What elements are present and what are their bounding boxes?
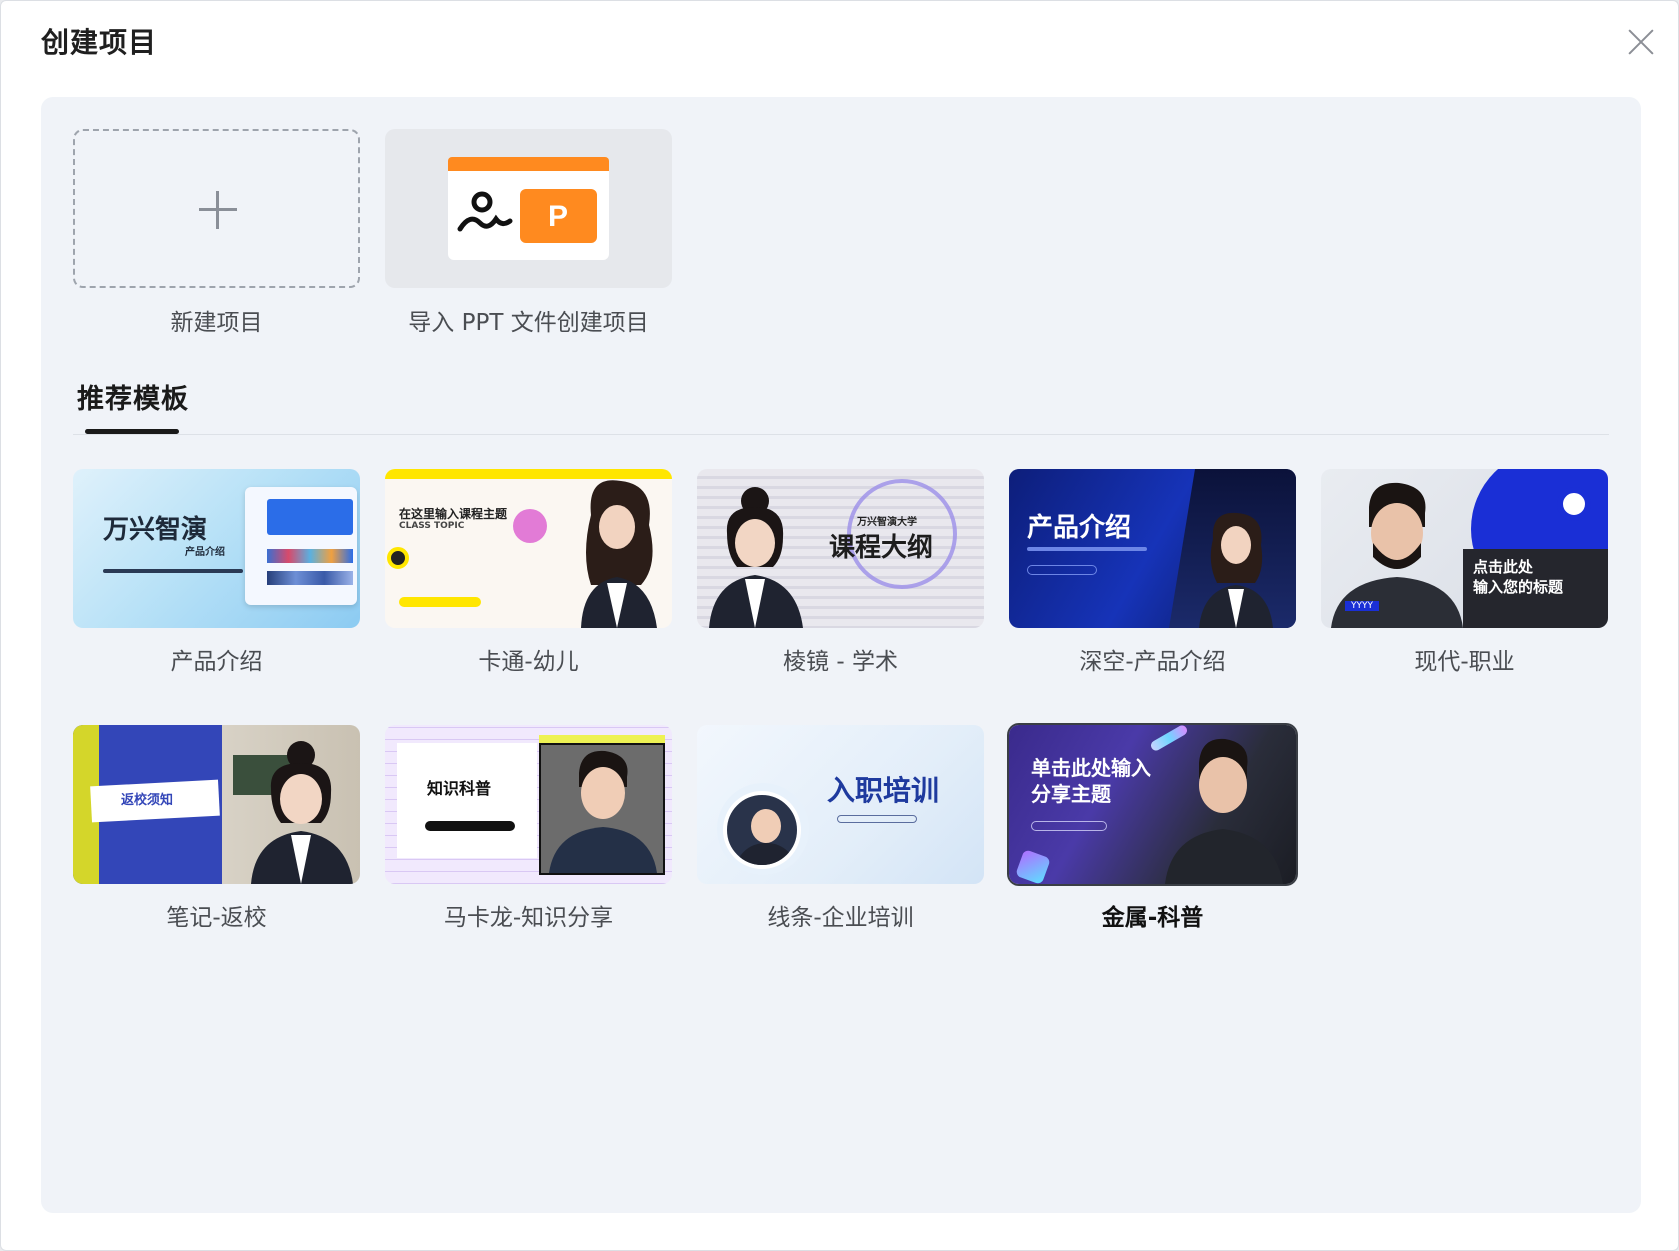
presenter-woman-icon xyxy=(1199,512,1273,628)
presenter-woman-icon xyxy=(581,480,657,628)
presenter-woman-icon xyxy=(709,487,803,628)
thumb-title: 返校须知 xyxy=(121,793,174,808)
template-label: 笔记-返校 xyxy=(166,905,267,931)
thumb-title: 单击此处输入 分享主题 xyxy=(1031,756,1151,806)
thumb-subtitle: CLASS TOPIC xyxy=(399,521,465,531)
template-label: 马卡龙-知识分享 xyxy=(443,905,614,931)
template-label: 产品介绍 xyxy=(170,649,263,675)
thumb-title: 产品介绍 xyxy=(1027,513,1132,543)
thumb-title: 在这里输入课程主题 xyxy=(399,507,508,521)
template-thumbnail: 万兴智演 产品介绍 xyxy=(73,469,360,628)
thumb-title: 点击此处 输入您的标题 xyxy=(1473,558,1564,596)
thumb-title: 万兴智演 xyxy=(103,515,208,545)
create-project-dialog: 创建项目 新建项目 P 导入 PPT 文件创建项目 推荐模板 万兴智演 产品介绍… xyxy=(0,0,1679,1251)
thumb-line xyxy=(103,569,243,573)
template-card-modern-career[interactable]: 点击此处 输入您的标题 YYYY 现代-职业 xyxy=(1321,469,1608,676)
template-thumbnail: 入职培训 xyxy=(697,725,984,884)
tab-recommended-templates[interactable]: 推荐模板 xyxy=(77,377,189,416)
import-ppt-label: 导入 PPT 文件创建项目 xyxy=(408,310,649,336)
thumb-title: 课程大纲 xyxy=(829,533,934,563)
thumb-subtitle: 产品介绍 xyxy=(185,547,225,558)
template-card-deepspace-product[interactable]: 产品介绍 深空-产品介绍 xyxy=(1009,469,1296,676)
template-thumbnail: 点击此处 输入您的标题 YYYY xyxy=(1321,469,1608,628)
template-card-lines-training[interactable]: 入职培训 线条-企业培训 xyxy=(697,725,984,932)
thumb-title: 入职培训 xyxy=(827,774,940,807)
template-card-prism-academic[interactable]: 万兴智演大学 课程大纲 棱镜 - 学术 xyxy=(697,469,984,676)
ppt-import-icon: P xyxy=(448,157,609,260)
template-thumbnail: 单击此处输入 分享主题 xyxy=(1009,725,1296,884)
thumb-tag: YYYY xyxy=(1345,601,1379,611)
template-card-cartoon-kids[interactable]: 在这里输入课程主题 CLASS TOPIC 卡通-幼儿 xyxy=(385,469,672,676)
template-thumbnail: 返校须知 xyxy=(73,725,360,884)
template-thumbnail: 万兴智演大学 课程大纲 xyxy=(697,469,984,628)
new-project-label: 新建项目 xyxy=(170,310,263,336)
thumb-screen xyxy=(245,487,357,605)
template-label: 线条-企业培训 xyxy=(767,905,914,931)
template-label: 卡通-幼儿 xyxy=(478,649,579,675)
thumb-title: 知识科普 xyxy=(427,779,492,798)
template-card-product-intro[interactable]: 万兴智演 产品介绍 产品介绍 xyxy=(73,469,360,676)
template-label: 金属-科普 xyxy=(1101,905,1204,931)
close-icon[interactable] xyxy=(1622,23,1660,61)
new-project-button[interactable] xyxy=(73,129,360,288)
plus-icon xyxy=(199,191,237,229)
tab-divider xyxy=(73,434,1609,435)
template-card-macaron-knowledge[interactable]: 知识科普 马卡龙-知识分享 xyxy=(385,725,672,932)
template-label: 现代-职业 xyxy=(1414,649,1515,675)
template-thumbnail: 在这里输入课程主题 CLASS TOPIC xyxy=(385,469,672,628)
import-ppt-button[interactable]: P xyxy=(385,129,672,288)
dialog-title: 创建项目 xyxy=(41,26,158,59)
content-panel: 新建项目 P 导入 PPT 文件创建项目 推荐模板 万兴智演 产品介绍 产品介绍… xyxy=(41,97,1641,1213)
presenter-man-icon xyxy=(1165,738,1283,884)
template-card-metal-science[interactable]: 单击此处输入 分享主题 金属-科普 xyxy=(1009,725,1296,932)
thumb-subtitle: 万兴智演大学 xyxy=(857,517,917,528)
template-label: 深空-产品介绍 xyxy=(1079,649,1226,675)
template-card-notes-back-to-school[interactable]: 返校须知 笔记-返校 xyxy=(73,725,360,932)
template-label: 棱镜 - 学术 xyxy=(783,649,898,675)
template-thumbnail: 产品介绍 xyxy=(1009,469,1296,628)
presenter-woman-icon xyxy=(251,741,353,884)
template-thumbnail: 知识科普 xyxy=(385,725,672,884)
presenter-man-icon xyxy=(549,750,657,873)
svg-text:P: P xyxy=(548,200,568,233)
